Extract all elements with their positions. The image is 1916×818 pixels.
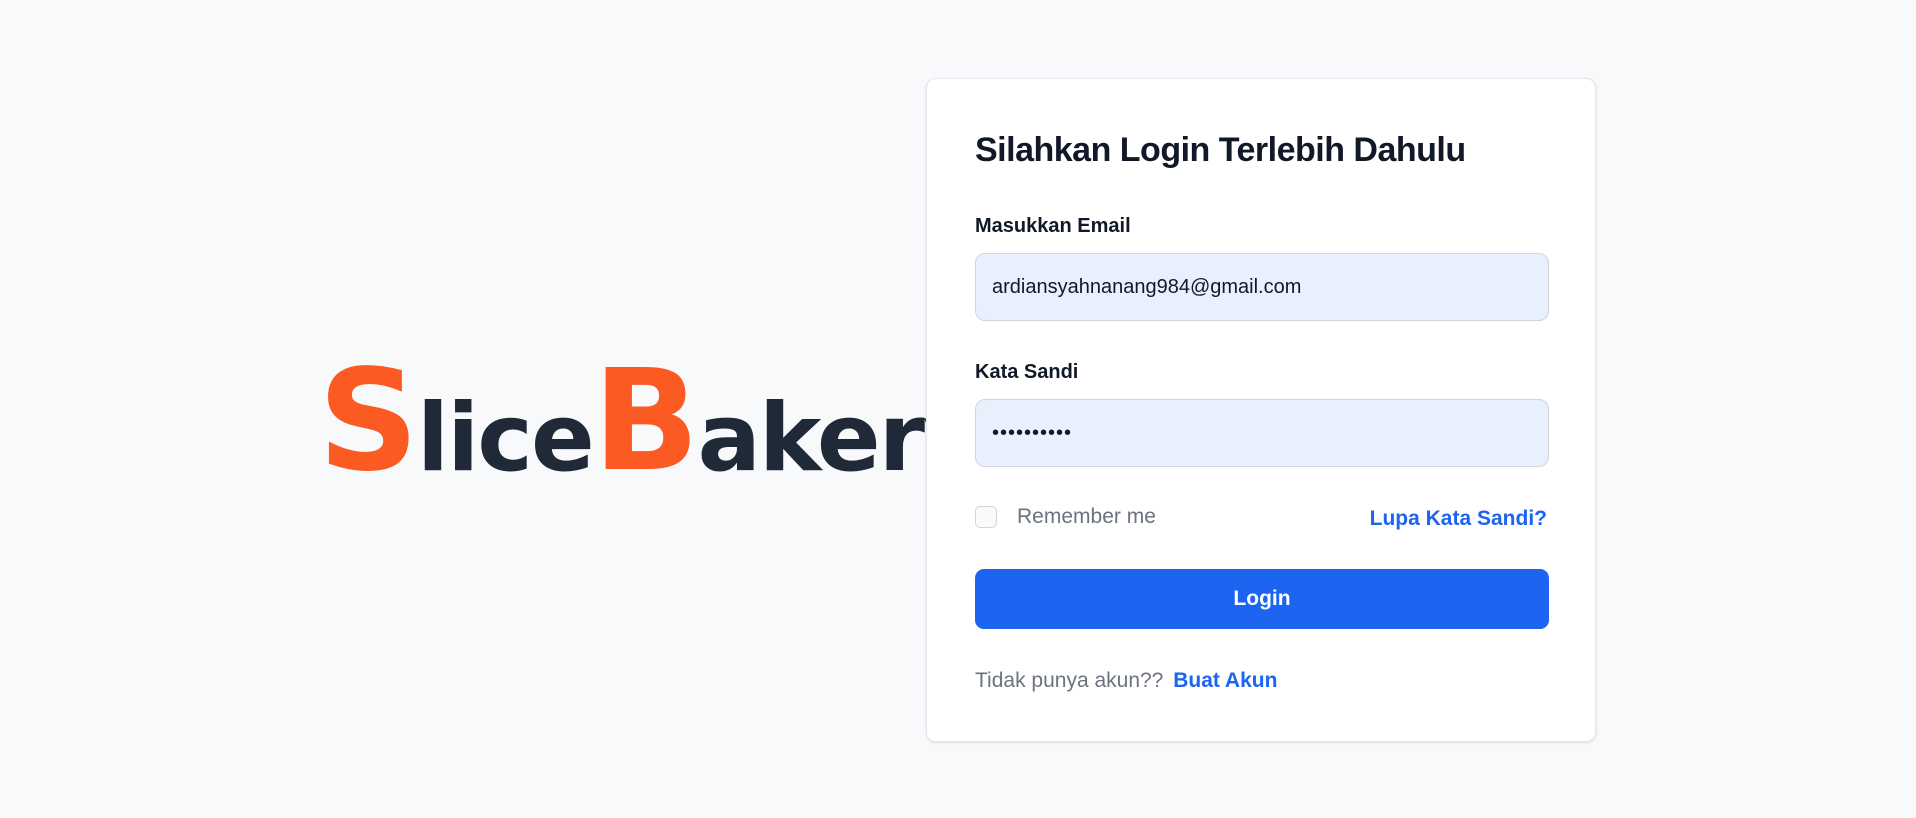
login-card: Silahkan Login Terlebih Dahulu Masukkan … [926,78,1596,742]
signup-row: Tidak punya akun?? Buat Akun [975,669,1277,693]
remember-me-label[interactable]: Remember me [1017,505,1156,529]
password-label: Kata Sandi [975,361,1079,383]
forgot-password-link[interactable]: Lupa Kata Sandi? [1370,507,1547,531]
remember-me-checkbox[interactable] [975,506,997,528]
remember-me-row: Remember me [975,505,1156,529]
brand-initial-s: S [318,340,419,503]
login-title: Silahkan Login Terlebih Dahulu [975,131,1466,169]
create-account-link[interactable]: Buat Akun [1173,669,1277,692]
brand-logo: S lice B akery [318,340,984,503]
login-button[interactable]: Login [975,569,1549,629]
email-field[interactable] [975,253,1549,321]
brand-text-lice: lice [416,384,595,493]
signup-prompt: Tidak punya akun?? [975,669,1164,692]
brand-initial-b: B [592,340,700,503]
email-label: Masukkan Email [975,215,1131,237]
login-page: S lice B akery Silahkan Login Terlebih D… [0,0,1916,818]
password-field[interactable] [975,399,1549,467]
